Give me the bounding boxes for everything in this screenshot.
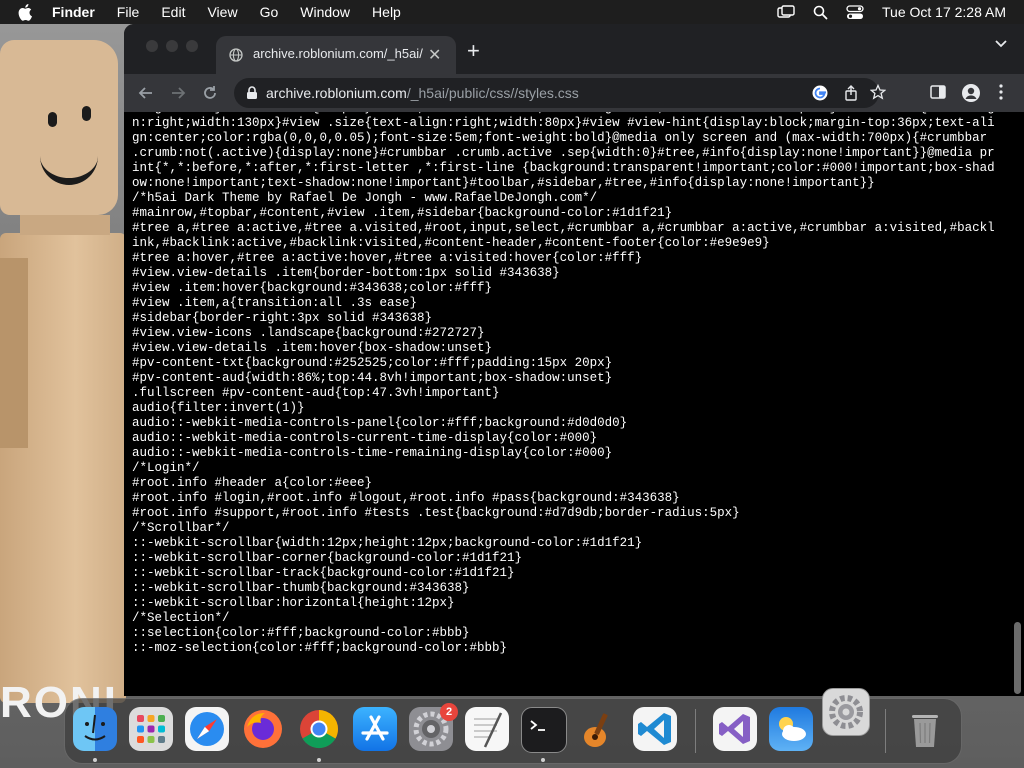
more-menu-icon[interactable]	[998, 83, 1004, 101]
menu-help[interactable]: Help	[372, 4, 401, 20]
character-neck	[20, 215, 110, 235]
terminal-running-indicator	[541, 758, 545, 762]
app-store-icon[interactable]	[353, 707, 397, 751]
side-panel-icon[interactable]	[929, 83, 947, 101]
menu-edit[interactable]: Edit	[161, 4, 185, 20]
character-eye-left	[48, 112, 57, 127]
url-text[interactable]: archive.roblonium.com/_h5ai/public/css//…	[266, 85, 579, 101]
tab-strip: archive.roblonium.com/_h5ai/p ✕ +	[124, 24, 1024, 74]
browser-toolbar: archive.roblonium.com/_h5ai/public/css//…	[124, 74, 1024, 112]
safari-icon[interactable]	[185, 707, 229, 751]
lock-icon[interactable]	[246, 86, 258, 100]
trash-icon[interactable]	[903, 707, 947, 751]
terminal-icon[interactable]	[521, 707, 567, 753]
new-tab-button[interactable]: +	[467, 38, 480, 64]
finder-icon[interactable]	[73, 707, 117, 751]
chrome-icon[interactable]	[297, 707, 341, 751]
garageband-icon[interactable]	[577, 707, 621, 751]
url-host: archive.roblonium.com	[266, 85, 407, 101]
globe-icon	[229, 48, 243, 62]
control-center-icon[interactable]	[846, 4, 864, 20]
menu-bar: Finder File Edit View Go Window Help Tue…	[0, 0, 1024, 24]
bookmark-star-icon[interactable]	[870, 84, 886, 100]
screen-mirroring-icon[interactable]	[777, 5, 795, 19]
menu-finder[interactable]: Finder	[52, 4, 95, 20]
share-icon[interactable]	[844, 85, 858, 101]
vscode-icon[interactable]	[633, 707, 677, 751]
browser-window: archive.roblonium.com/_h5ai/p ✕ + archiv…	[124, 24, 1024, 696]
scrollbar-thumb[interactable]	[1014, 622, 1021, 694]
google-lens-icon[interactable]	[812, 85, 828, 101]
chrome-running-indicator	[317, 758, 321, 762]
apple-icon[interactable]	[18, 3, 34, 21]
visual-studio-icon[interactable]	[713, 707, 757, 751]
profile-avatar-icon[interactable]	[961, 83, 981, 103]
page-content: height:none}#view .label{display:block;o…	[124, 112, 1024, 696]
menu-go[interactable]: Go	[260, 4, 279, 20]
address-bar[interactable]: archive.roblonium.com/_h5ai/public/css//…	[234, 78, 886, 108]
window-minimize-button[interactable]	[166, 40, 178, 52]
dock-separator	[695, 709, 696, 753]
url-path: /_h5ai/public/css//styles.css	[406, 85, 579, 101]
dragged-settings-gear-icon[interactable]	[822, 688, 870, 736]
textedit-icon[interactable]	[465, 707, 509, 751]
menu-window[interactable]: Window	[300, 4, 350, 20]
wallpaper-character: RONI	[0, 28, 130, 727]
menubar-clock[interactable]: Tue Oct 17 2:28 AM	[882, 4, 1006, 20]
dock-separator-trash	[885, 709, 886, 753]
spotlight-search-icon[interactable]	[813, 5, 828, 20]
window-close-button[interactable]	[146, 40, 158, 52]
page-scrollbar[interactable]	[1012, 112, 1024, 696]
weather-icon[interactable]	[769, 707, 813, 751]
character-head	[0, 40, 118, 215]
launchpad-icon[interactable]	[129, 707, 173, 751]
browser-tab[interactable]: archive.roblonium.com/_h5ai/p ✕	[216, 36, 456, 74]
reload-icon[interactable]	[200, 83, 220, 103]
tab-close-icon[interactable]: ✕	[428, 45, 441, 65]
menu-file[interactable]: File	[117, 4, 140, 20]
finder-running-indicator	[93, 758, 97, 762]
back-arrow-icon[interactable]	[136, 83, 156, 103]
tab-title: archive.roblonium.com/_h5ai/p	[253, 46, 423, 61]
forward-arrow-icon[interactable]	[168, 83, 188, 103]
character-smile	[40, 132, 98, 185]
firefox-icon[interactable]	[241, 707, 285, 751]
settings-notification-badge: 2	[440, 703, 458, 721]
tab-search-chevron-icon[interactable]	[994, 39, 1008, 49]
character-eye-right	[82, 106, 91, 121]
character-arm	[0, 258, 28, 448]
menu-view[interactable]: View	[207, 4, 237, 20]
css-source-text: height:none}#view .label{display:block;o…	[132, 112, 995, 655]
window-zoom-button[interactable]	[186, 40, 198, 52]
